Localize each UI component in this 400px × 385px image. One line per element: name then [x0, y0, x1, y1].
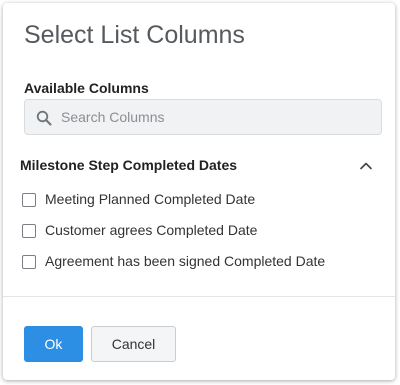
chevron-up-icon[interactable] [357, 157, 375, 175]
group-title: Milestone Step Completed Dates [20, 157, 238, 173]
footer-divider [3, 296, 395, 297]
search-icon [36, 110, 52, 126]
cancel-button[interactable]: Cancel [91, 326, 176, 362]
column-option-agreement-signed[interactable]: Agreement has been signed Completed Date [22, 252, 382, 283]
option-label: Agreement has been signed Completed Date [45, 253, 326, 269]
checkbox[interactable] [22, 255, 36, 269]
column-option-meeting-planned[interactable]: Meeting Planned Completed Date [22, 190, 382, 221]
search-input[interactable] [59, 100, 379, 134]
column-options-list: Meeting Planned Completed Date Customer … [22, 190, 382, 283]
dialog-title: Select List Columns [24, 21, 245, 49]
checkbox[interactable] [22, 224, 36, 238]
option-label: Meeting Planned Completed Date [45, 191, 256, 207]
group-header[interactable]: Milestone Step Completed Dates [19, 155, 375, 177]
available-columns-label: Available Columns [24, 80, 149, 96]
ok-button[interactable]: Ok [24, 326, 83, 362]
checkbox[interactable] [22, 193, 36, 207]
column-option-customer-agrees[interactable]: Customer agrees Completed Date [22, 221, 382, 252]
select-list-columns-dialog: Select List Columns Available Columns Mi… [3, 3, 395, 380]
search-box[interactable] [24, 99, 382, 135]
option-label: Customer agrees Completed Date [45, 222, 258, 238]
